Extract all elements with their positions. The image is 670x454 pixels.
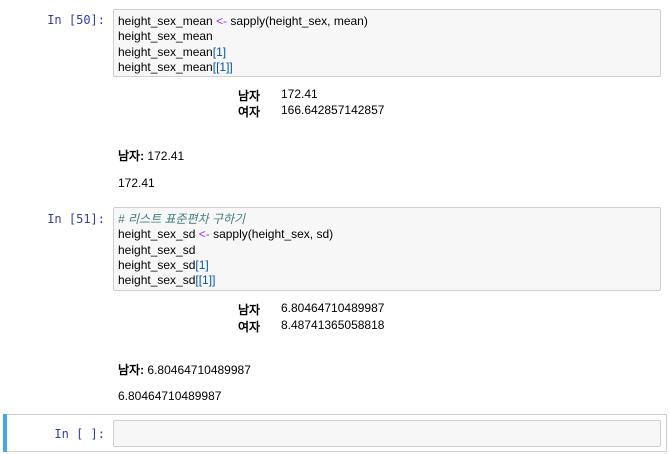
code-input-cell-50[interactable]: height_sex_mean <- sapply(height_sex, me…	[113, 9, 661, 77]
output-row-label: 여자	[238, 320, 261, 334]
cell-prompt: In [ ]:	[54, 427, 105, 441]
code-line: height_sex_sd[1]	[118, 257, 209, 272]
output-row-value: 166.642857142857	[281, 103, 385, 117]
code-input-cell-51[interactable]: # 리스트 표준편차 구하기 height_sex_sd <- sapply(h…	[113, 207, 661, 291]
code-line: height_sex_mean[[1]]	[118, 59, 233, 74]
output-named-value: 남자: 6.80464710489987	[118, 363, 251, 377]
output-plain-value: 172.41	[118, 176, 155, 190]
code-line: height_sex_mean[1]	[118, 44, 227, 59]
code-comment: # 리스트 표준편차 구하기	[118, 212, 246, 226]
output-row-value: 8.48741365058818	[281, 318, 385, 332]
code-input-empty-cell[interactable]	[113, 420, 661, 447]
cell-prompt: In [51]:	[47, 212, 105, 226]
code-line: height_sex_sd <- sapply(height_sex, sd)	[118, 227, 334, 242]
code-line: height_sex_mean <- sapply(height_sex, me…	[118, 14, 368, 28]
output-named-value: 남자: 172.41	[118, 149, 185, 163]
output-plain-value: 6.80464710489987	[118, 389, 222, 403]
output-row-label: 여자	[238, 105, 261, 119]
code-line: height_sex_sd[[1]]	[118, 273, 216, 288]
output-row-value: 172.41	[281, 87, 318, 101]
code-line: height_sex_mean	[118, 29, 213, 44]
code-line: height_sex_sd	[118, 242, 196, 257]
output-row-label: 남자	[238, 89, 261, 103]
output-row-label: 남자	[238, 303, 261, 317]
output-row-value: 6.80464710489987	[281, 301, 385, 315]
cell-prompt: In [50]:	[47, 13, 105, 27]
